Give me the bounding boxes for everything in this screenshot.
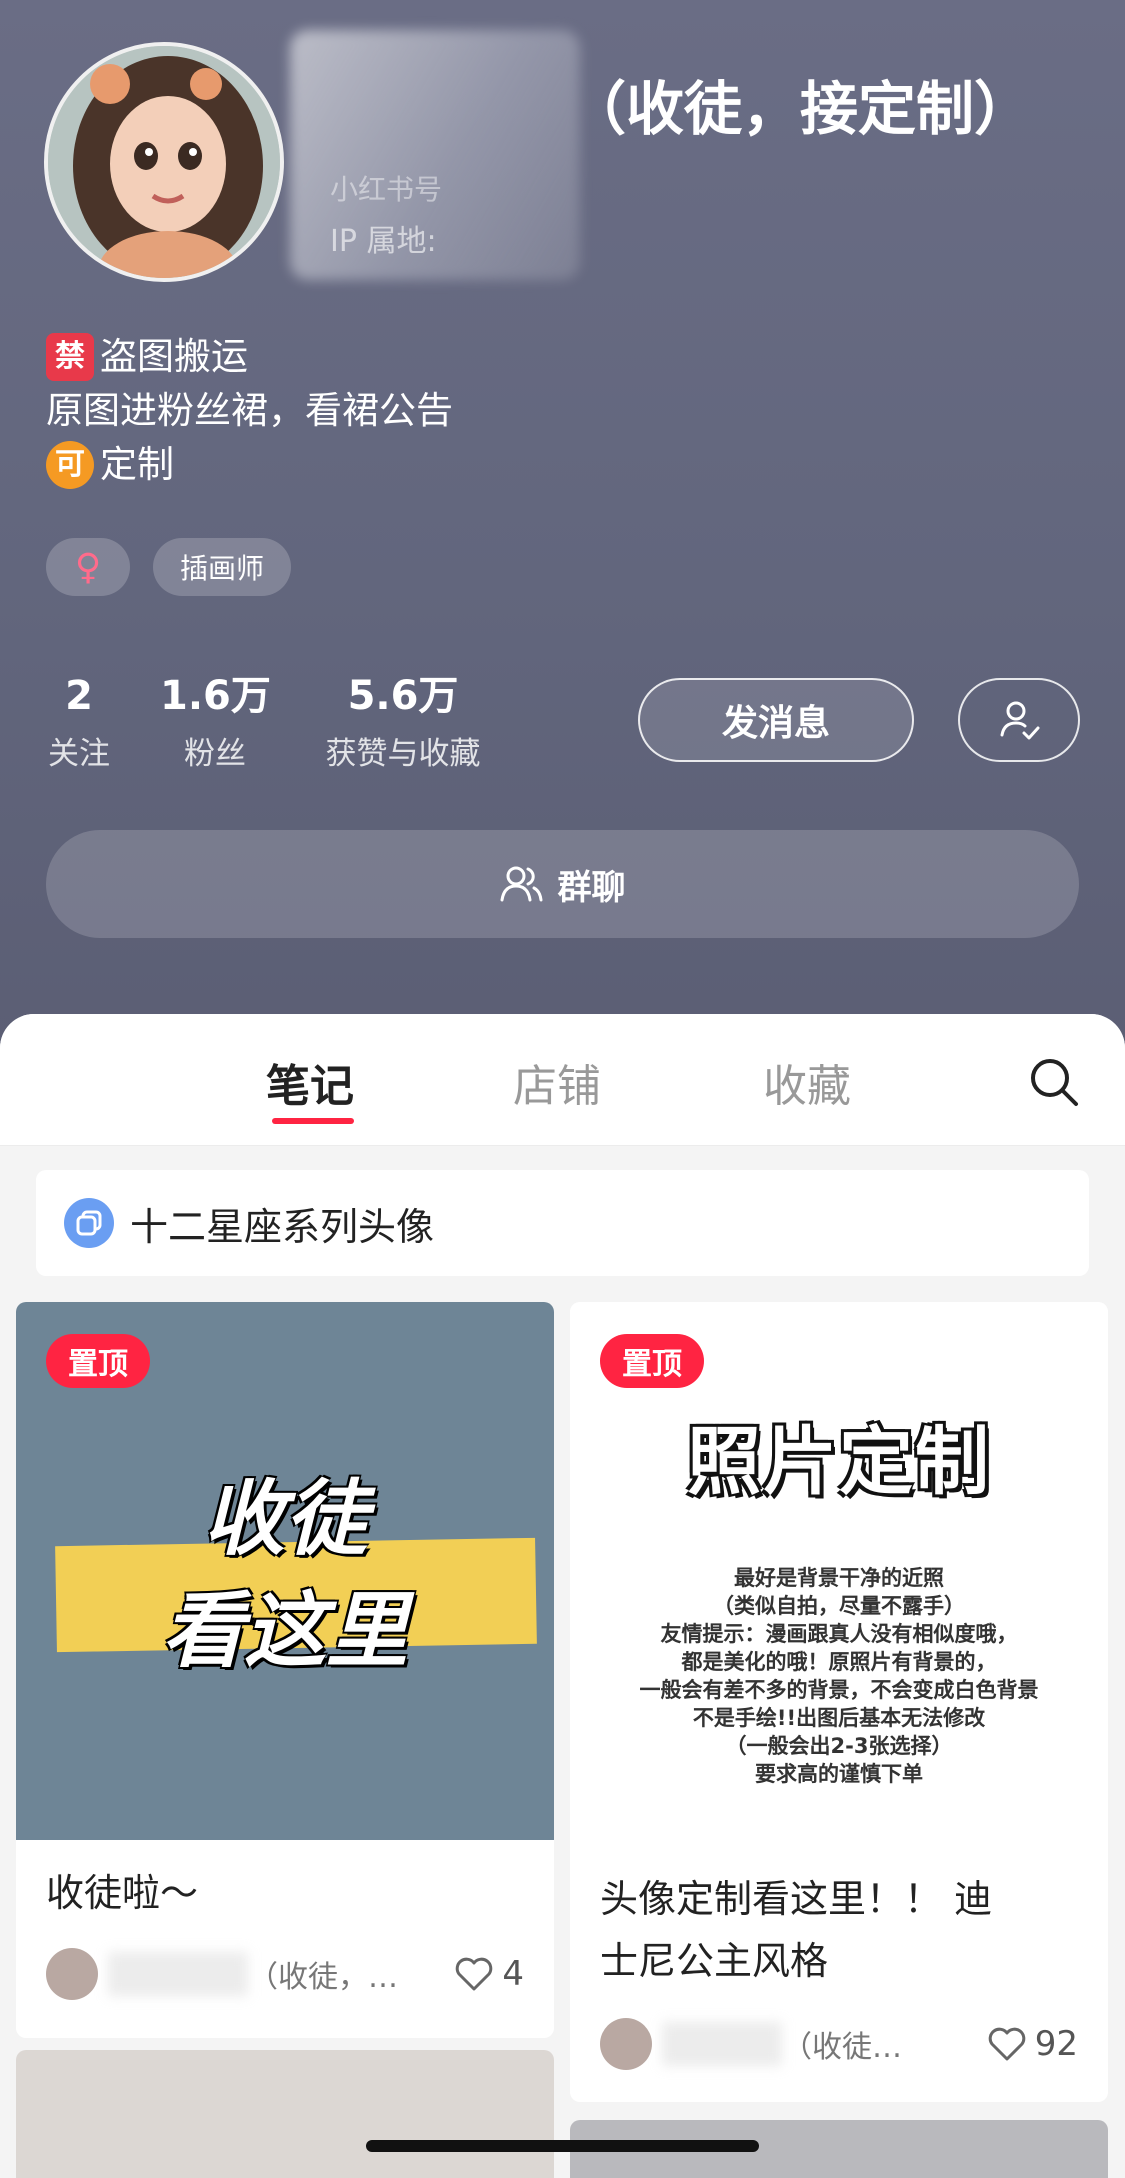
- profile-bio: 禁 盗图搬运 原图进粉丝裙，看裙公告 可 定制: [46, 330, 453, 492]
- cover-description: 最好是背景干净的近照 （类似自拍，尽量不露手） 友情提示：漫画跟真人没有相似度哦…: [590, 1564, 1088, 1788]
- note-card[interactable]: 置顶 照片定制 最好是背景干净的近照 （类似自拍，尽量不露手） 友情提示：漫画跟…: [570, 1302, 1108, 2102]
- user-check-icon: [1000, 701, 1040, 740]
- bio-text: 原图进粉丝裙，看裙公告: [46, 389, 453, 432]
- role-tag: 插画师: [153, 538, 291, 596]
- stat-label: 粉丝: [184, 736, 246, 772]
- active-tab-indicator: [272, 1118, 354, 1124]
- stat-following[interactable]: 2 关注: [46, 672, 112, 773]
- author-avatar: [600, 2018, 652, 2070]
- collection-icon: [64, 1198, 114, 1248]
- cover-line: 一般会有差不多的背景，不会变成白色背景: [639, 1678, 1039, 1702]
- collection-title: 十二星座系列头像: [130, 1204, 435, 1249]
- stat-label: 获赞与收藏: [325, 736, 481, 772]
- pinned-badge: 置顶: [46, 1334, 150, 1388]
- group-chat-button[interactable]: 群聊: [46, 830, 1079, 938]
- note-cover: 置顶 收徒 看这里: [16, 1302, 554, 1840]
- cover-line: 不是手绘!!出图后基本无法修改: [692, 1706, 986, 1730]
- profile-avatar[interactable]: [44, 42, 284, 282]
- profile-username: （收徒，接定制）: [568, 75, 1033, 143]
- like-count: 92: [1034, 2024, 1078, 2064]
- tab-notes[interactable]: 笔记: [266, 1050, 354, 1114]
- profile-red-id: 小红书号: [330, 173, 443, 206]
- profile-tabs: 笔记 店铺 收藏: [0, 1014, 1125, 1146]
- stat-followers[interactable]: 1.6万 粉丝: [160, 672, 271, 773]
- author-name: （收徒，…: [248, 1960, 398, 1995]
- group-icon: [500, 866, 542, 902]
- note-title: 收徒啦～: [46, 1871, 199, 1915]
- pinned-badge: 置顶: [600, 1334, 704, 1388]
- note-title: 士尼公主风格: [600, 1939, 829, 1983]
- stat-likes-collections[interactable]: 5.6万 获赞与收藏: [318, 672, 488, 773]
- home-indicator: [366, 2140, 759, 2152]
- like-button[interactable]: 92: [987, 2024, 1078, 2064]
- note-cover: 置顶 照片定制 最好是背景干净的近照 （类似自拍，尽量不露手） 友情提示：漫画跟…: [570, 1302, 1108, 1840]
- cover-line: 友情提示：漫画跟真人没有相似度哦，: [660, 1622, 1018, 1646]
- collection-entry[interactable]: 十二星座系列头像: [36, 1170, 1089, 1276]
- note-meta: （收徒，… 4: [46, 1944, 524, 2004]
- send-message-button[interactable]: 发消息: [638, 678, 914, 762]
- heart-icon: [988, 2027, 1025, 2061]
- stat-value: 5.6万: [347, 673, 459, 719]
- tab-collections[interactable]: 收藏: [763, 1050, 851, 1114]
- author-name: （收徒…: [782, 2030, 902, 2065]
- cover-line: 要求高的谨慎下单: [755, 1762, 923, 1786]
- author-avatar: [46, 1948, 98, 2000]
- author-redaction: [108, 1952, 248, 1996]
- forbidden-emoji-icon: 禁: [46, 333, 94, 381]
- cover-line: （一般会出2-3张选择）: [725, 1734, 953, 1758]
- bio-text: 定制: [100, 443, 174, 486]
- follow-button[interactable]: [958, 678, 1080, 762]
- note-card-partial[interactable]: [16, 2050, 554, 2178]
- heart-icon: [456, 1957, 493, 1991]
- note-title: 头像定制看这里！！ 迪: [600, 1877, 993, 1921]
- bio-line: 原图进粉丝裙，看裙公告: [46, 384, 453, 438]
- profile-ip-location: IP 属地:: [330, 224, 437, 259]
- like-button[interactable]: 4: [454, 1954, 524, 1994]
- cover-title: 照片定制: [687, 1419, 991, 1505]
- bio-line: 禁 盗图搬运: [46, 330, 453, 384]
- bio-text: 盗图搬运: [100, 335, 248, 378]
- bio-line: 可 定制: [46, 438, 453, 492]
- tab-shop[interactable]: 店铺: [513, 1050, 601, 1114]
- cover-line: 都是美化的哦！原照片有背景的，: [681, 1650, 997, 1674]
- gender-tag: ♀: [46, 538, 130, 596]
- cover-line: （类似自拍，尽量不露手）: [713, 1594, 965, 1618]
- cover-line: 最好是背景干净的近照: [734, 1566, 944, 1590]
- note-meta: （收徒… 92: [600, 2014, 1078, 2074]
- group-chat-label: 群聊: [557, 867, 626, 908]
- notes-panel: 笔记 店铺 收藏 十二星座系列头像 置顶 收徒 看这里 收徒啦～ （收徒，… 4…: [0, 1014, 1125, 2178]
- stat-value: 2: [65, 673, 93, 719]
- cover-text: 收徒: [203, 1472, 367, 1567]
- cover-text: 看这里: [162, 1584, 408, 1679]
- profile-header: （收徒，接定制） 小红书号 IP 属地: 禁 盗图搬运 原图进粉丝裙，看裙公告 …: [0, 0, 1125, 1060]
- like-count: 4: [502, 1954, 524, 1994]
- search-icon[interactable]: [1028, 1056, 1080, 1108]
- note-card[interactable]: 置顶 收徒 看这里 收徒啦～ （收徒，… 4: [16, 1302, 554, 2038]
- author-redaction: [662, 2022, 782, 2066]
- stat-value: 1.6万: [160, 673, 271, 719]
- stat-label: 关注: [48, 736, 110, 772]
- available-emoji-icon: 可: [46, 441, 94, 489]
